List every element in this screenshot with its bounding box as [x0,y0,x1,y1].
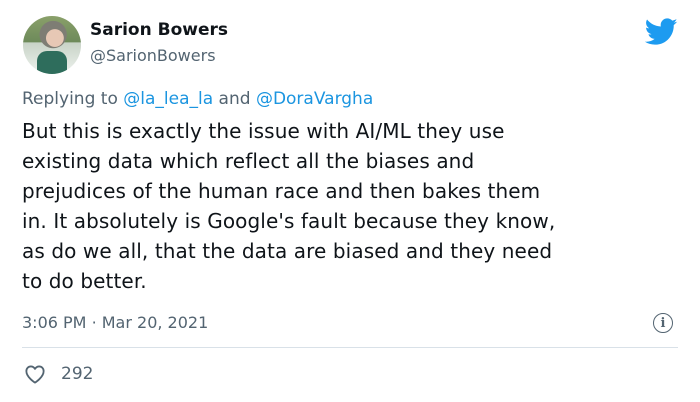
meta-separator: · [91,313,97,332]
tweet-text: But this is exactly the issue with AI/ML… [22,116,682,296]
tweet-text-line: But this is exactly the issue with AI/ML… [22,119,505,143]
divider [22,347,678,348]
author-handle[interactable]: @SarionBowers [90,46,216,65]
tweet-text-line: in. It absolutely is Google's fault beca… [22,209,556,233]
tweet-text-line: existing data which reflect all the bias… [22,149,475,173]
reply-user-link[interactable]: @la_lea_la [123,89,213,109]
reply-conjunction: and [218,89,251,109]
like-count[interactable]: 292 [61,364,93,384]
info-icon[interactable]: i [653,313,673,333]
tweet-card: Sarion Bowers @SarionBowers Replying to … [0,0,700,402]
heart-icon[interactable] [24,364,46,384]
tweet-text-line: prejudices of the human race and then ba… [22,179,541,203]
reply-context: Replying to @la_lea_la and @DoraVargha [22,89,373,109]
reply-user-link[interactable]: @DoraVargha [256,89,373,109]
reply-prefix: Replying to [22,89,118,109]
tweet-date: Mar 20, 2021 [101,313,209,332]
author-name[interactable]: Sarion Bowers [90,20,228,40]
avatar-shirt [37,51,67,74]
tweet-time: 3:06 PM [22,313,87,332]
tweet-timestamp[interactable]: 3:06 PM · Mar 20, 2021 [22,313,208,332]
tweet-text-line: as do we all, that the data are biased a… [22,239,553,263]
twitter-bird-icon[interactable] [645,18,678,46]
avatar[interactable] [23,16,81,74]
tweet-text-line: to do better. [22,269,147,293]
